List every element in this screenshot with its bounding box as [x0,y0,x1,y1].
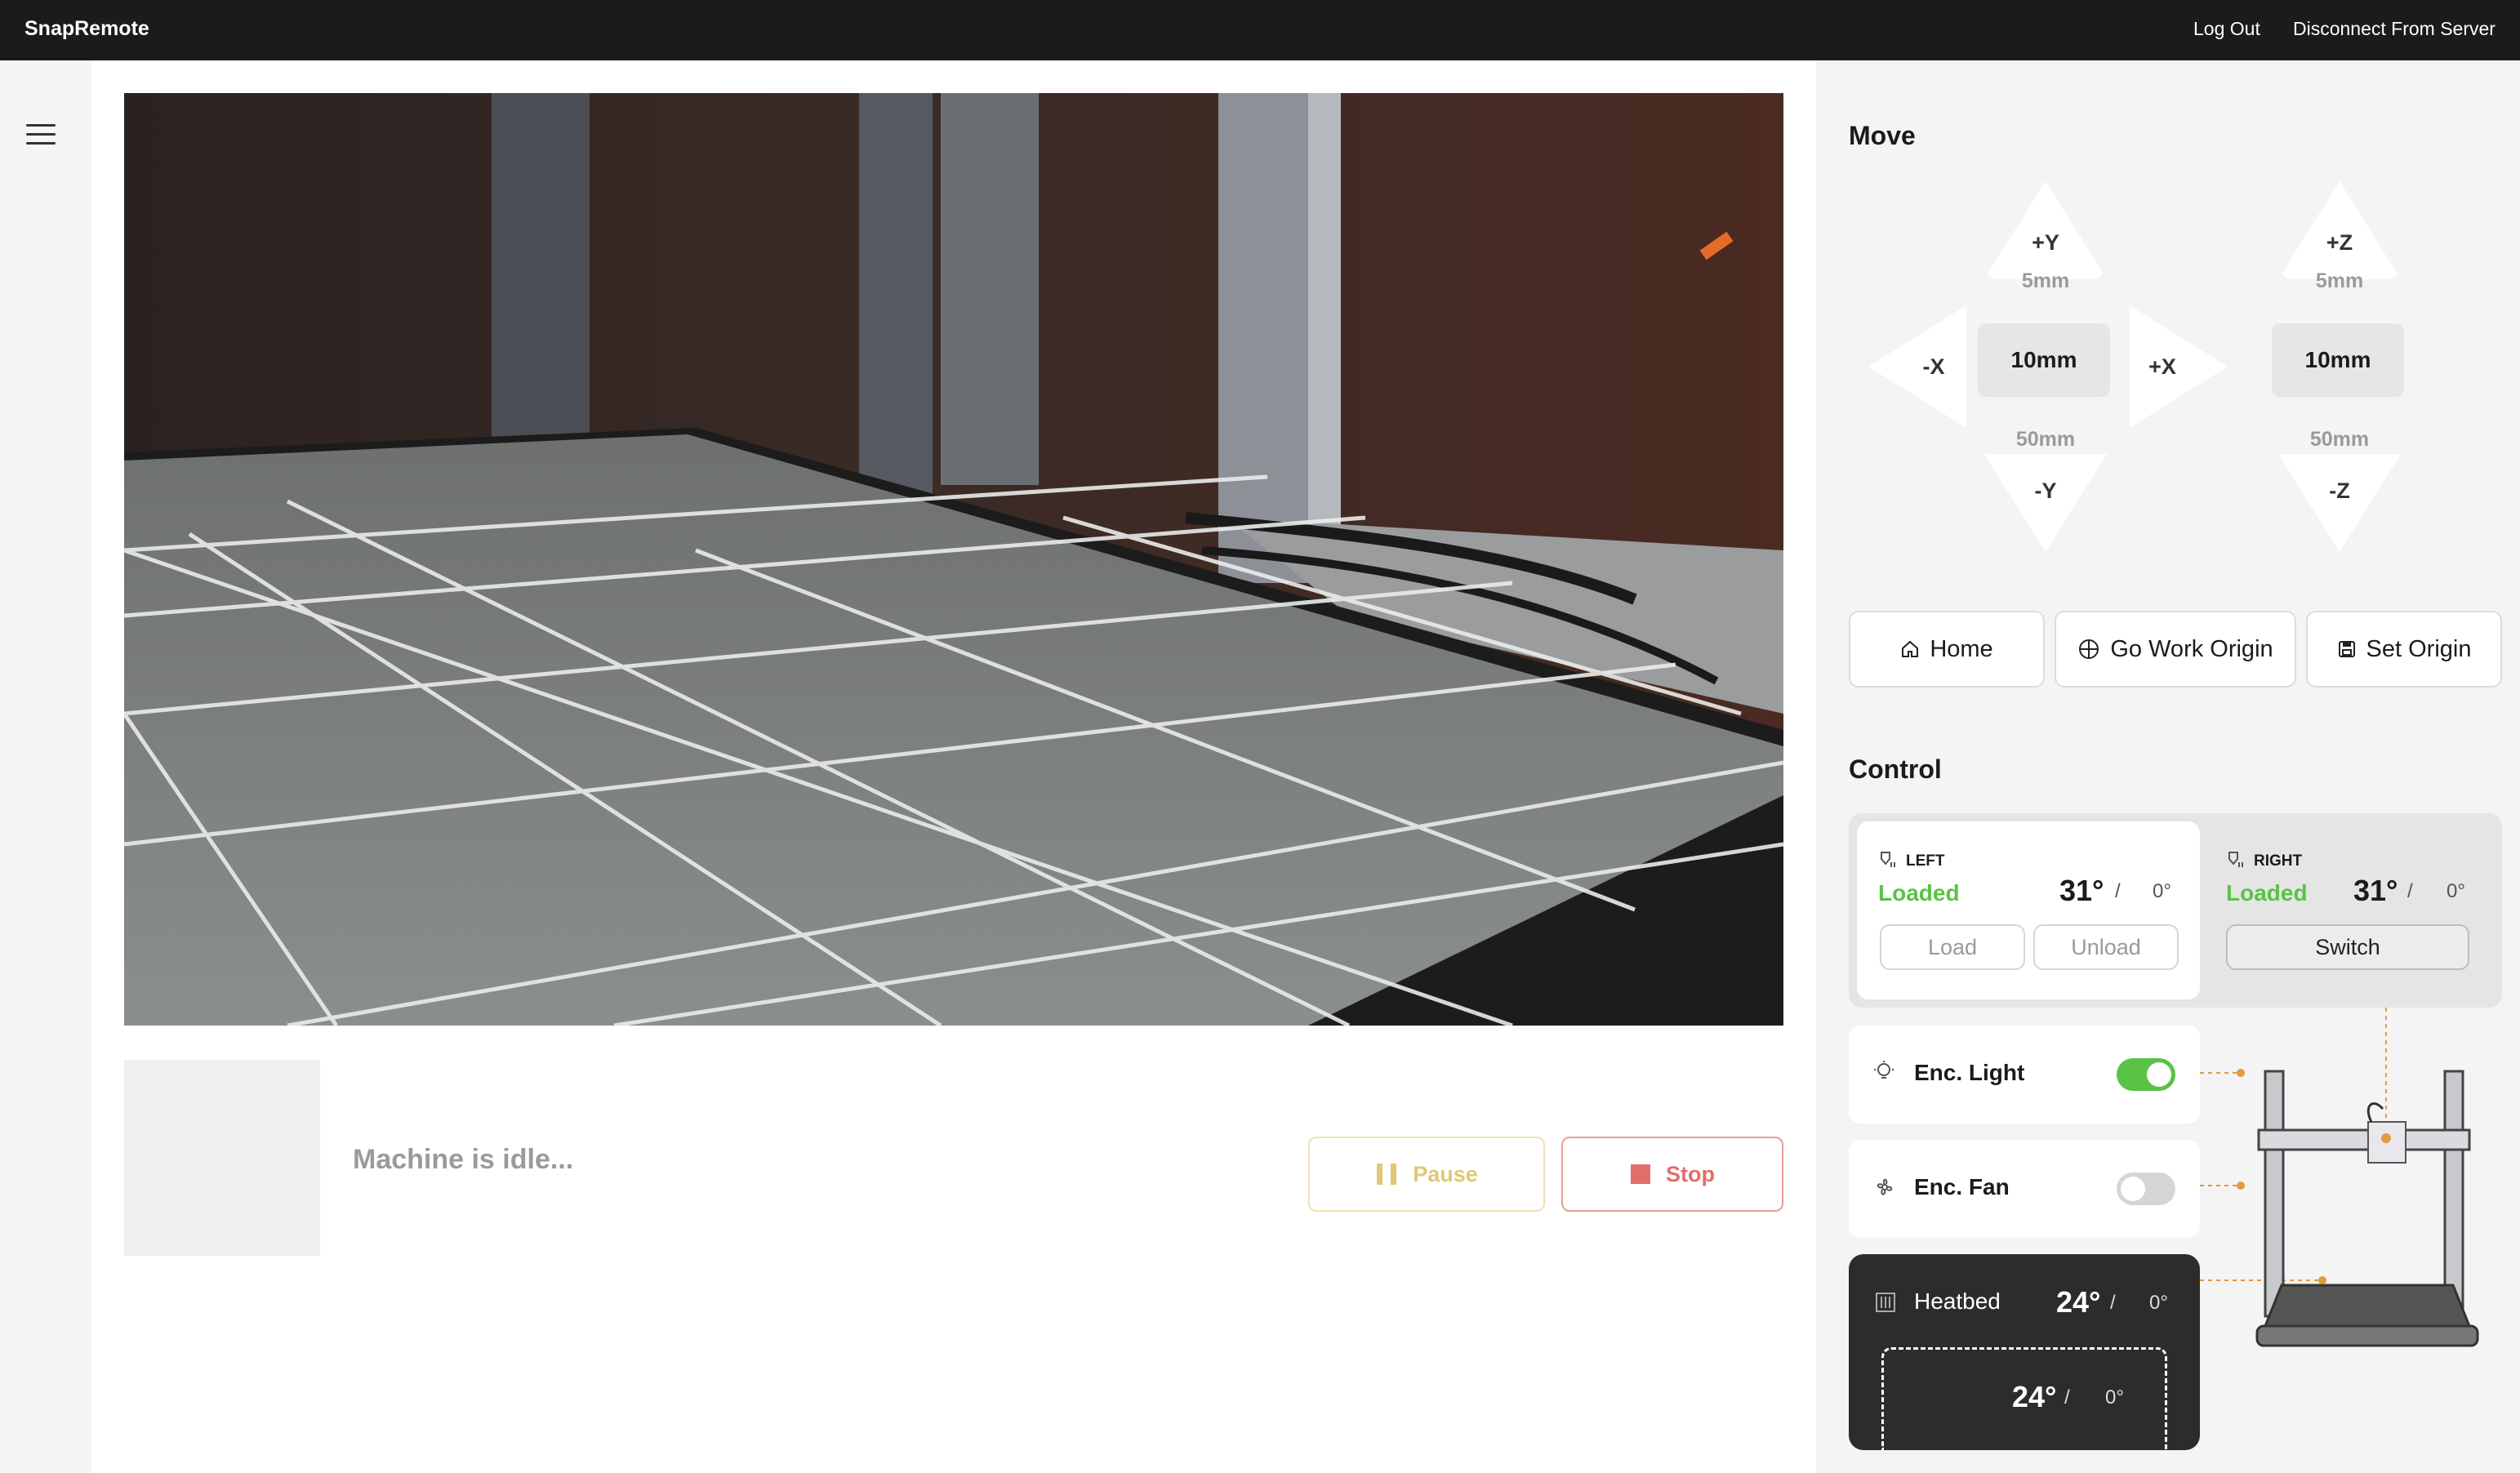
stop-button[interactable]: Stop [1561,1137,1783,1212]
camera-image [124,93,1783,1026]
lightbulb-icon [1874,1061,1894,1079]
home-label: Home [1930,635,1993,662]
control-title: Control [1849,754,1942,784]
heatbed-temp: 24° [2056,1285,2101,1319]
machine-status: Machine is idle... [353,1144,574,1175]
crosshair-icon [2079,639,2099,659]
step-10mm-button[interactable]: 10mm [1978,323,2110,397]
left-extruder-card[interactable] [1857,821,2200,999]
right-extruder-target: 0° [2447,880,2465,902]
jog-minus-x-label: -X [1922,354,1945,379]
heatbed-zone-target: 0° [2105,1386,2124,1408]
set-origin-button[interactable]: Set Origin [2306,611,2502,688]
heatbed-label: Heatbed [1914,1288,2001,1314]
pause-button[interactable]: Pause [1308,1137,1545,1212]
go-work-origin-label: Go Work Origin [2110,635,2273,662]
logout-link[interactable]: Log Out [2193,15,2260,42]
load-button[interactable]: Load [1880,924,2025,970]
nozzle-icon [1881,852,1895,867]
enc-fan-toggle[interactable] [2117,1173,2175,1205]
step-5mm-label: 5mm [2021,269,2070,292]
enc-fan-label: Enc. Fan [1914,1174,2010,1199]
stop-icon [1631,1164,1650,1184]
left-extruder-label: LEFT [1906,852,1945,870]
heatbed-separator: / [2110,1292,2116,1314]
thumbnail-placeholder [124,1060,320,1256]
heatbed-zone-temp: 24° [2012,1380,2057,1413]
top-bar [0,0,2520,60]
heatbed-icon [1876,1293,1895,1312]
enc-light-toggle[interactable] [2117,1058,2175,1091]
right-extruder-status: Loaded [2226,880,2308,906]
fan-icon [1877,1178,1893,1195]
printer-illustration [2200,1008,2479,1347]
pause-label: Pause [1413,1161,1478,1186]
left-extruder-temp: 31° [2059,874,2104,907]
home-button[interactable]: Home [1849,611,2045,688]
set-origin-label: Set Origin [2366,635,2472,662]
unload-button[interactable]: Unload [2033,924,2179,970]
jog-minus-y-label: -Y [2034,478,2057,503]
pause-icon [1377,1164,1397,1185]
hamburger-menu-icon[interactable] [26,122,56,147]
step-50mm-label: 50mm [2015,428,2076,451]
left-extruder-status: Loaded [1878,880,1960,906]
jog-plus-z-label: +Z [2326,229,2353,255]
left-extruder-target: 0° [2153,880,2171,902]
save-icon [2338,641,2355,657]
disconnect-link[interactable]: Disconnect From Server [2293,15,2496,42]
move-title: Move [1849,121,1916,150]
right-temp-separator: / [2407,880,2413,902]
left-temp-separator: / [2115,880,2121,902]
z-step-5mm-label: 5mm [2315,269,2364,292]
camera-feed [124,93,1783,1026]
jog-minus-z-label: -Z [2329,478,2350,503]
z-step-10mm-button[interactable]: 10mm [2272,323,2404,397]
switch-button[interactable]: Switch [2226,924,2469,970]
z-step-50mm-label: 50mm [2309,428,2370,451]
app-title: SnapRemote [24,17,149,40]
heatbed-target: 0° [2149,1292,2168,1314]
enc-light-label: Enc. Light [1914,1060,2025,1085]
right-extruder-temp: 31° [2353,874,2398,907]
stop-label: Stop [1666,1161,1715,1186]
jog-plus-y-label: +Y [2032,229,2059,255]
nozzle-icon [2228,852,2243,867]
right-extruder-label: RIGHT [2254,852,2303,870]
go-work-origin-button[interactable]: Go Work Origin [2055,611,2296,688]
home-icon [1902,640,1919,657]
sidebar [0,60,91,1473]
heatbed-zone-separator: / [2064,1386,2070,1408]
jog-plus-x-label: +X [2148,354,2176,379]
